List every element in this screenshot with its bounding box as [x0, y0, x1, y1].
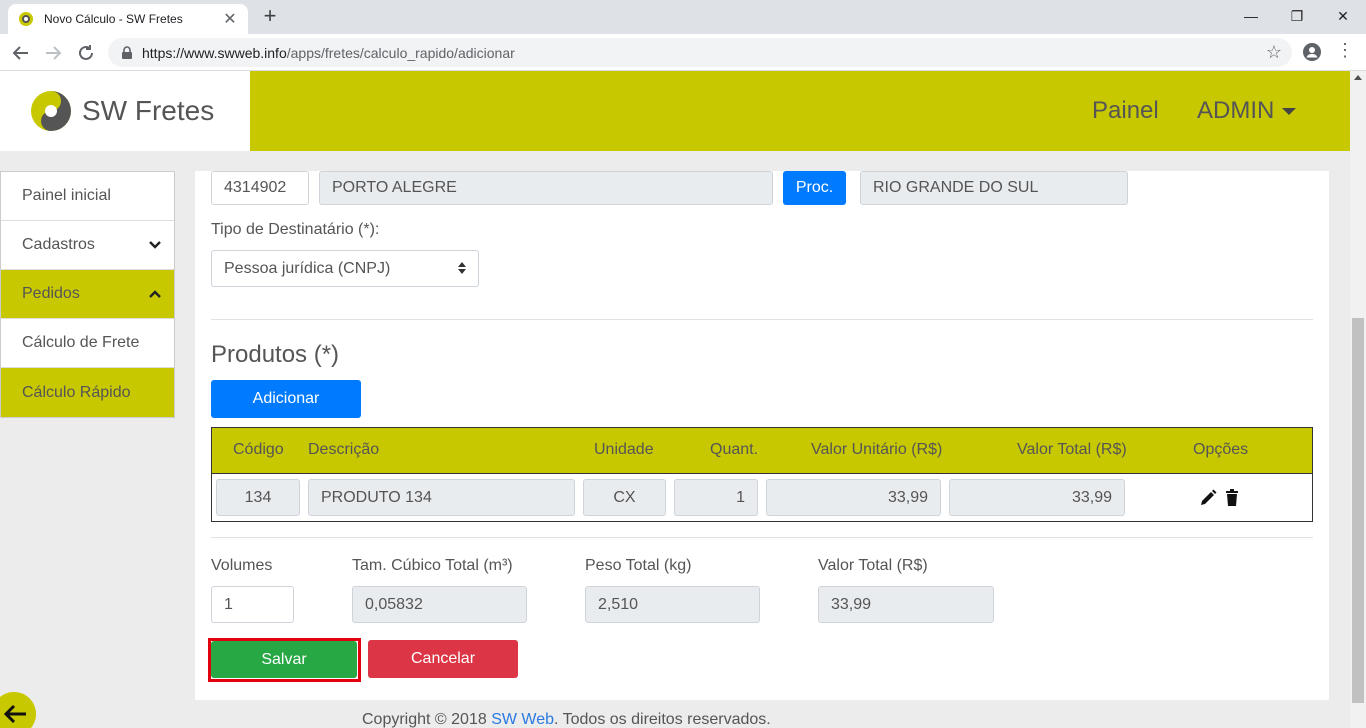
- brand-name: SW Fretes: [82, 95, 215, 126]
- nav-painel-link[interactable]: Painel: [1092, 97, 1159, 125]
- sidebar-item-cadastros[interactable]: Cadastros: [1, 221, 174, 270]
- sidebar-item-label: Painel inicial: [22, 187, 111, 204]
- ibge-code-input[interactable]: 4314902: [211, 171, 309, 205]
- reload-icon[interactable]: [73, 40, 99, 66]
- scrollbar-thumb[interactable]: [1352, 318, 1364, 703]
- browser-toolbar: https://www.swweb.info/apps/fretes/calcu…: [0, 34, 1366, 71]
- account-icon[interactable]: [1302, 42, 1322, 62]
- proc-button[interactable]: Proc.: [783, 171, 846, 205]
- chevron-down-icon: [149, 241, 161, 249]
- admin-dropdown[interactable]: ADMIN: [1197, 97, 1297, 125]
- volumes-input[interactable]: 1: [211, 586, 294, 623]
- sidebar-item-calculo-de-frete[interactable]: Cálculo de Frete: [1, 319, 174, 368]
- divider: [211, 319, 1313, 320]
- recipient-type-value: Pessoa jurídica (CNPJ): [224, 259, 391, 277]
- cubic-total-field: 0,05832: [352, 586, 527, 623]
- cell-total-value: 33,99: [949, 479, 1125, 516]
- main-form-card: 4314902 PORTO ALEGRE Proc. RIO GRANDE DO…: [195, 171, 1329, 700]
- weight-total-field: 2,510: [585, 586, 760, 623]
- add-product-button[interactable]: Adicionar: [211, 380, 361, 418]
- scroll-up-arrow-icon[interactable]: [1354, 75, 1362, 80]
- delete-trash-icon[interactable]: [1222, 488, 1242, 508]
- cell-unit: CX: [583, 479, 666, 516]
- cancel-button[interactable]: Cancelar: [368, 640, 518, 678]
- col-header-code: Código: [233, 441, 284, 458]
- products-title: Produtos (*): [211, 341, 340, 368]
- state-field: RIO GRANDE DO SUL: [860, 171, 1128, 205]
- url-path: /apps/fretes/calculo_rapido/adicionar: [286, 44, 515, 61]
- forward-arrow-icon[interactable]: [40, 40, 66, 66]
- sidebar-item-pedidos[interactable]: Pedidos: [1, 270, 174, 319]
- minimize-button[interactable]: —: [1228, 0, 1274, 34]
- cell-unit-value: 33,99: [766, 479, 941, 516]
- sw-logo-favicon-icon: [19, 12, 33, 26]
- sw-logo-icon: [31, 91, 71, 131]
- brand-logo-area[interactable]: SW Fretes: [0, 71, 250, 151]
- browser-tab-strip: Novo Cálculo - SW Fretes ✕ + — ❐ ✕: [0, 0, 1366, 34]
- caret-down-icon: [1282, 107, 1297, 115]
- col-header-options: Opções: [1193, 441, 1249, 458]
- web-page: SW Fretes Painel ADMIN Painel inicial Ca…: [0, 71, 1350, 728]
- sidebar-item-painel-inicial[interactable]: Painel inicial: [1, 172, 174, 221]
- sidebar-item-label: Cálculo Rápido: [22, 383, 131, 401]
- footer-copyright: Copyright © 2018: [362, 711, 492, 728]
- cell-description: PRODUTO 134: [308, 479, 575, 516]
- top-navbar: Painel ADMIN: [250, 71, 1350, 151]
- cubic-total-label: Tam. Cúbico Total (m³): [352, 557, 513, 574]
- sidebar-item-label: Cálculo de Frete: [22, 334, 140, 351]
- sidebar-item-label: Cadastros: [22, 236, 95, 253]
- volumes-label: Volumes: [211, 557, 273, 574]
- col-header-qty: Quant.: [710, 441, 759, 458]
- edit-pencil-icon[interactable]: [1198, 488, 1218, 508]
- page-footer: Copyright © 2018 SW Web. Todos os direit…: [362, 711, 771, 728]
- value-total-field: 33,99: [818, 586, 994, 623]
- tab-close-icon[interactable]: ✕: [222, 9, 238, 29]
- tab-title: Novo Cálculo - SW Fretes: [44, 12, 183, 26]
- cell-code: 134: [216, 479, 300, 516]
- page-scrollbar[interactable]: [1350, 71, 1366, 728]
- bookmark-star-icon[interactable]: ☆: [1266, 42, 1282, 63]
- col-header-total-value: Valor Total (R$): [1017, 441, 1127, 458]
- col-header-description: Descrição: [308, 441, 380, 458]
- select-arrows-icon: [458, 262, 466, 274]
- recipient-type-label: Tipo de Destinatário (*):: [211, 221, 380, 238]
- footer-sw-web-link[interactable]: SW Web: [491, 711, 554, 728]
- sidebar: Painel inicial Cadastros Pedidos Cálculo…: [0, 171, 175, 418]
- chevron-up-icon: [149, 290, 161, 298]
- new-tab-button[interactable]: +: [258, 5, 282, 29]
- browser-tab[interactable]: Novo Cálculo - SW Fretes ✕: [8, 4, 248, 34]
- address-bar[interactable]: https://www.swweb.info/apps/fretes/calcu…: [108, 38, 1292, 67]
- close-window-button[interactable]: ✕: [1320, 0, 1366, 34]
- cell-qty: 1: [674, 479, 758, 516]
- value-total-label: Valor Total (R$): [818, 557, 928, 574]
- maximize-button[interactable]: ❐: [1274, 0, 1320, 34]
- weight-total-label: Peso Total (kg): [585, 557, 692, 574]
- footer-rights: . Todos os direitos reservados.: [554, 711, 771, 728]
- browser-menu-icon[interactable]: ⋮: [1336, 40, 1354, 61]
- admin-label: ADMIN: [1197, 97, 1275, 124]
- url-host: https://www.swweb.info: [142, 44, 287, 61]
- back-arrow-icon[interactable]: [8, 40, 34, 66]
- save-button-highlight: [208, 638, 361, 682]
- recipient-type-select[interactable]: Pessoa jurídica (CNPJ): [211, 250, 479, 287]
- col-header-unit: Unidade: [594, 441, 654, 458]
- sidebar-item-calculo-rapido[interactable]: Cálculo Rápido: [1, 368, 174, 417]
- col-header-unit-value: Valor Unitário (R$): [811, 441, 943, 458]
- city-field: PORTO ALEGRE: [319, 171, 773, 205]
- table-header: Código Descrição Unidade Quant. Valor Un…: [212, 428, 1312, 474]
- divider: [211, 537, 1313, 538]
- lock-icon: [122, 45, 132, 59]
- products-table: Código Descrição Unidade Quant. Valor Un…: [211, 427, 1313, 522]
- sidebar-item-label: Pedidos: [22, 285, 80, 302]
